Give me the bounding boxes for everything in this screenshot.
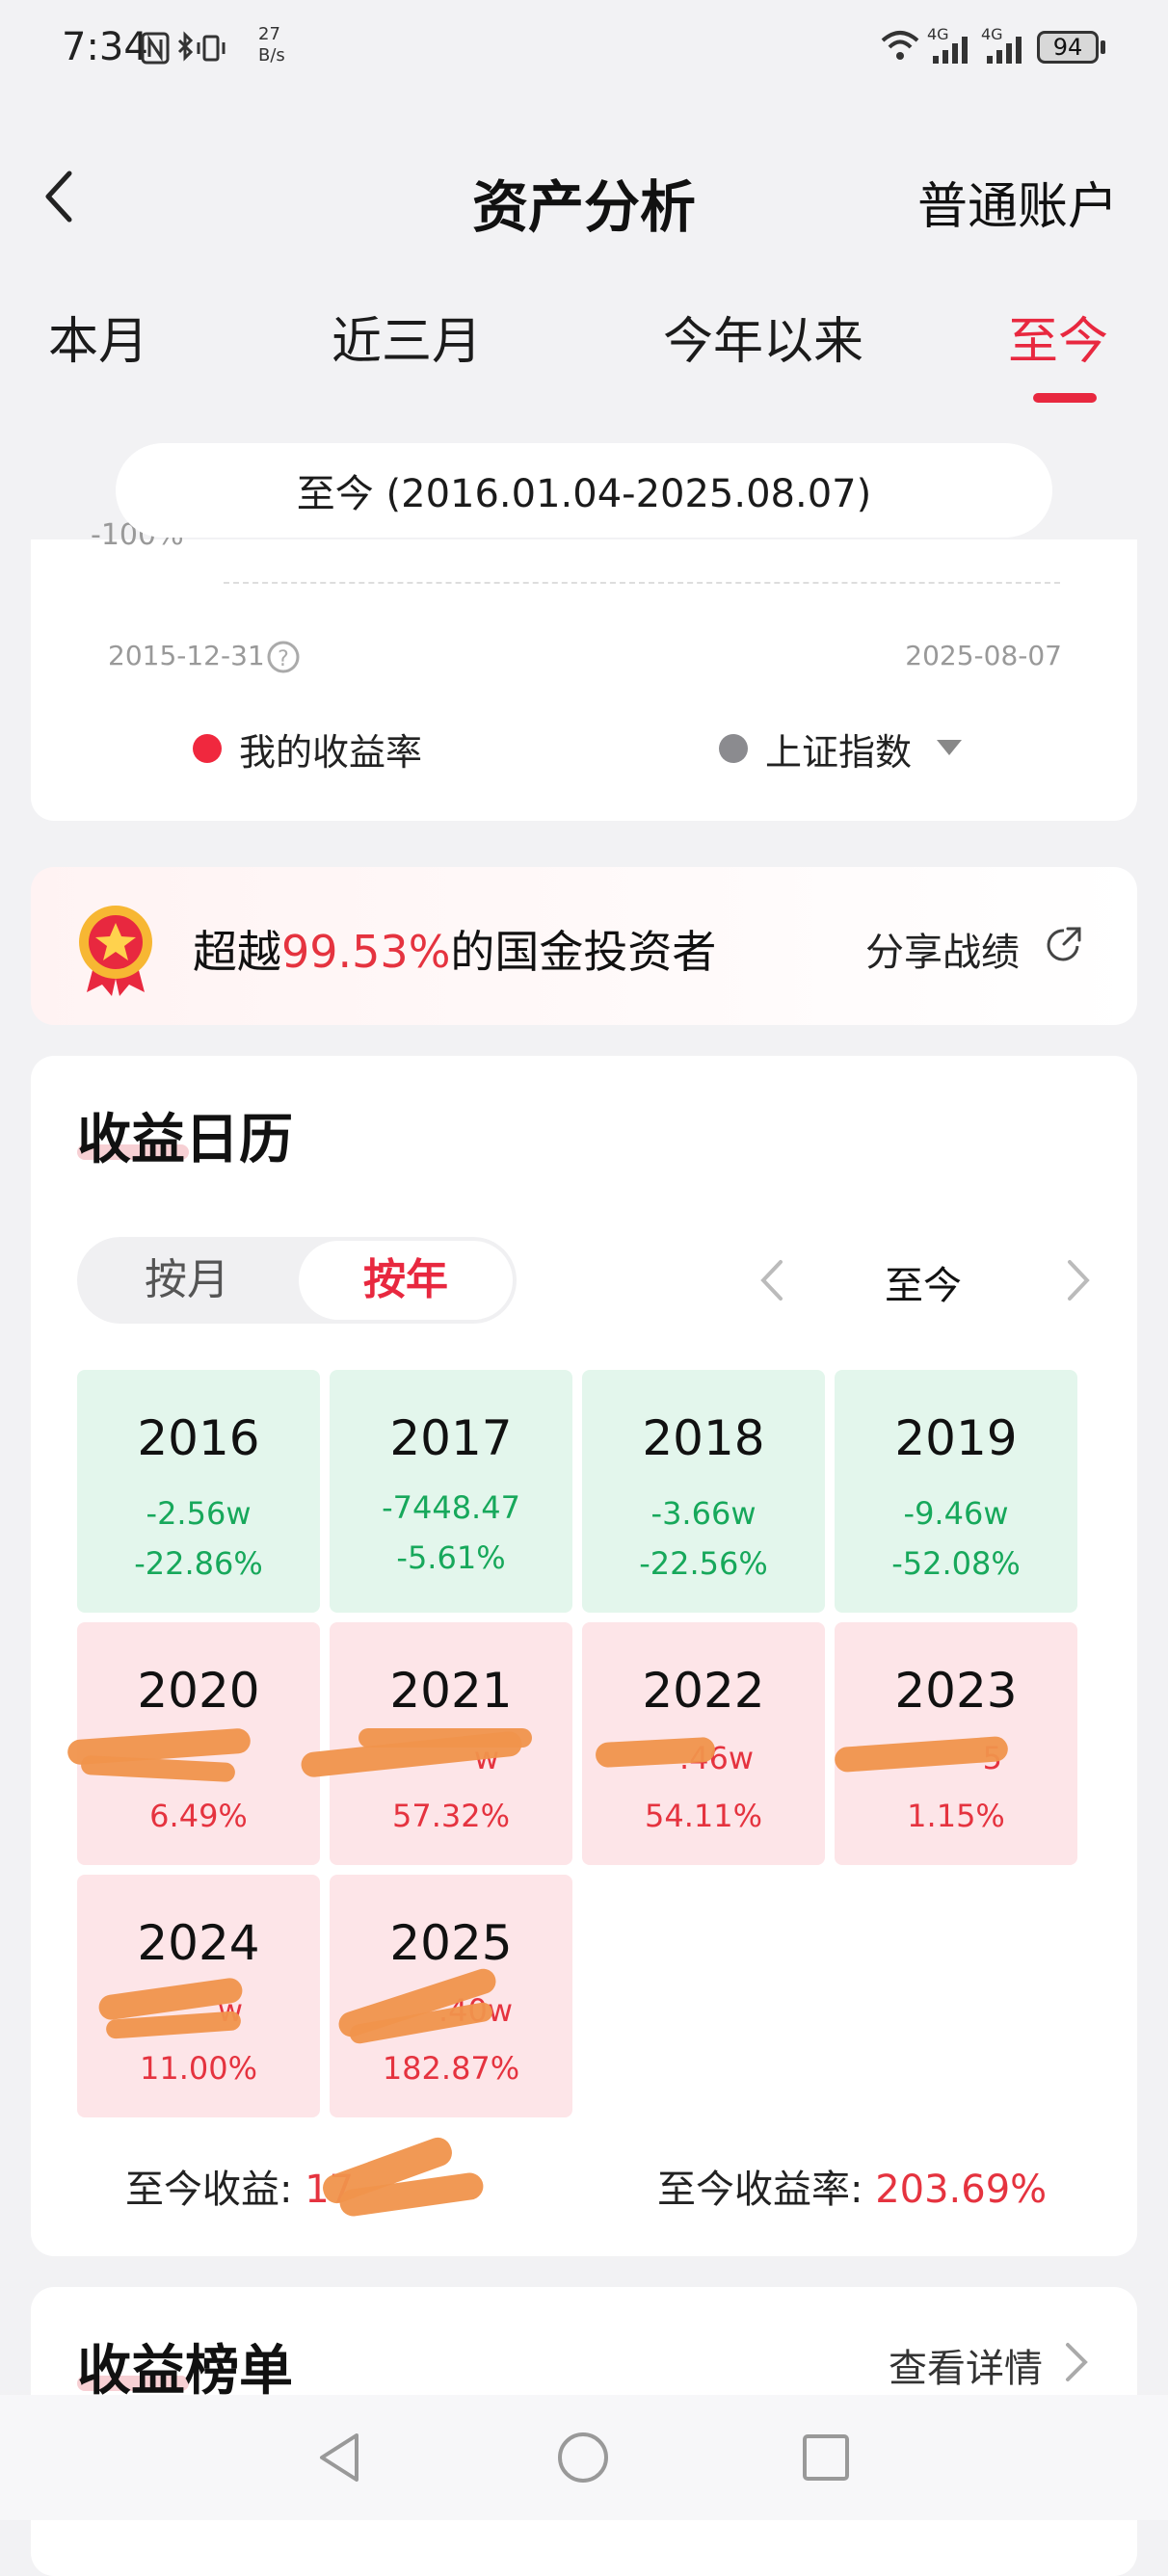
year-label: 2019 bbox=[894, 1410, 1018, 1466]
year-label: 2025 bbox=[389, 1915, 513, 1971]
year-cell-2018[interactable]: 2018 -3.66w -22.56% bbox=[582, 1370, 825, 1613]
ranking-title: 收益榜单 bbox=[77, 2340, 293, 2403]
chevron-right-icon[interactable] bbox=[1062, 2341, 1091, 2383]
chart-card: -100% 2015-12-31 ? 2025-08-07 我的收益率 上证指数 bbox=[31, 518, 1137, 821]
year-cell-2016[interactable]: 2016 -2.56w -22.86% bbox=[77, 1370, 320, 1613]
year-label: 2020 bbox=[137, 1663, 260, 1719]
year-cell-2019[interactable]: 2019 -9.46w -52.08% bbox=[835, 1370, 1077, 1613]
total-return-value: 203.69% bbox=[875, 2168, 1048, 2212]
chart-x-start: 2015-12-31 bbox=[108, 640, 265, 671]
banner-suffix: 的国金投资者 bbox=[450, 926, 717, 978]
share-icon[interactable] bbox=[1043, 923, 1085, 965]
ranking-banner[interactable]: 超越99.53%的国金投资者 分享战绩 bbox=[31, 867, 1137, 1025]
year-label: 2021 bbox=[389, 1663, 513, 1719]
year-return-pct: -5.61% bbox=[396, 1539, 506, 1576]
status-bar: 7:34 27 B/s 4G 4G 94 bbox=[0, 0, 1168, 96]
status-icons-left bbox=[141, 31, 226, 65]
total-return-rate: 至今收益率: 203.69% bbox=[657, 2158, 1047, 2214]
toggle-by-month[interactable]: 按月 bbox=[77, 1237, 297, 1324]
year-label: 2016 bbox=[137, 1410, 260, 1466]
help-icon[interactable]: ? bbox=[266, 640, 301, 674]
date-range-pill: 至今 (2016.01.04-2025.08.07) bbox=[116, 443, 1052, 538]
nav-back-icon[interactable] bbox=[314, 2430, 364, 2485]
legend-dot-my-return bbox=[193, 734, 222, 763]
redaction-scribble bbox=[358, 1728, 532, 1748]
year-return-pct: 57.32% bbox=[391, 1798, 510, 1834]
year-return-pct: 1.15% bbox=[907, 1798, 1005, 1834]
year-amount: -9.46w bbox=[903, 1495, 1009, 1532]
granularity-toggle: 按月 按年 bbox=[77, 1237, 517, 1324]
date-range-label: 至今 (2016.01.04-2025.08.07) bbox=[296, 472, 872, 516]
nav-recents-icon[interactable] bbox=[800, 2431, 852, 2484]
tab-this-month[interactable]: 本月 bbox=[48, 301, 148, 373]
year-return-pct: -22.56% bbox=[639, 1545, 768, 1582]
caret-down-icon[interactable] bbox=[935, 738, 964, 759]
period-tabs: 本月 近三月 今年以来 至今 bbox=[0, 279, 1168, 414]
year-return-pct: 11.00% bbox=[139, 2050, 257, 2087]
account-type-button[interactable]: 普通账户 bbox=[917, 166, 1118, 238]
year-amount: -2.56w bbox=[146, 1495, 252, 1532]
chart-x-end: 2025-08-07 bbox=[905, 640, 1062, 671]
tab-since-inception[interactable]: 至今 bbox=[1008, 301, 1108, 373]
year-label: 2017 bbox=[389, 1410, 513, 1466]
year-label: 2018 bbox=[642, 1410, 765, 1466]
year-cell-2017[interactable]: 2017 -7448.47 -5.61% bbox=[330, 1370, 572, 1613]
legend-my-return[interactable]: 我的收益率 bbox=[239, 723, 422, 775]
battery-tip bbox=[1101, 40, 1105, 54]
calendar-title: 收益日历 bbox=[77, 1109, 293, 1171]
signal-icon-1 bbox=[933, 37, 968, 64]
share-button[interactable]: 分享战绩 bbox=[865, 921, 1020, 977]
tab-three-months[interactable]: 近三月 bbox=[332, 301, 482, 373]
year-return-pct: -22.86% bbox=[134, 1545, 263, 1582]
battery-icon: 94 bbox=[1037, 31, 1099, 64]
status-speed: 27 bbox=[258, 24, 280, 44]
active-tab-indicator bbox=[1033, 393, 1097, 403]
year-label: 2022 bbox=[642, 1663, 765, 1719]
banner-prefix: 超越 bbox=[193, 926, 281, 978]
year-cell-2022[interactable]: 2022 .46w 54.11% bbox=[582, 1622, 825, 1865]
total-profit: 至今收益: 17 bbox=[125, 2158, 354, 2214]
year-return-pct: 182.87% bbox=[382, 2050, 520, 2087]
battery-level: 94 bbox=[1052, 34, 1083, 61]
year-cell-2020[interactable]: 2020 6.49% bbox=[66, 1622, 320, 1865]
year-return-pct: -52.08% bbox=[891, 1545, 1021, 1582]
year-cell-2025[interactable]: 2025 .40w 182.87% bbox=[330, 1875, 572, 2117]
wifi-icon bbox=[881, 31, 919, 60]
year-label: 2023 bbox=[894, 1663, 1018, 1719]
legend-dot-index bbox=[719, 734, 748, 763]
chart-gridline bbox=[224, 582, 1060, 584]
banner-text: 超越99.53%的国金投资者 bbox=[193, 917, 716, 981]
chevron-left-icon[interactable] bbox=[757, 1258, 786, 1302]
year-return-pct: 6.49% bbox=[149, 1798, 248, 1834]
redaction-scribble bbox=[80, 1754, 236, 1783]
status-speed-unit: B/s bbox=[258, 45, 285, 66]
year-amount: -3.66w bbox=[650, 1495, 757, 1532]
system-nav-bar bbox=[0, 2395, 1168, 2520]
beat-percentage: 99.53% bbox=[281, 926, 451, 978]
total-return-label: 至今收益率: bbox=[657, 2168, 863, 2212]
year-cell-2023[interactable]: 2023 5 1.15% bbox=[834, 1622, 1077, 1865]
medal-icon bbox=[79, 906, 152, 996]
year-amount: -7448.47 bbox=[382, 1489, 520, 1526]
tab-year-to-date[interactable]: 今年以来 bbox=[663, 301, 863, 373]
calendar-period-label: 至今 bbox=[885, 1264, 962, 1308]
profit-calendar-card: 收益日历 按月 按年 至今 2016 -2.56w -22.86% 2017 -… bbox=[31, 1056, 1137, 2256]
year-label: 2024 bbox=[137, 1915, 260, 1971]
view-details-link[interactable]: 查看详情 bbox=[889, 2337, 1043, 2393]
toggle-by-year[interactable]: 按年 bbox=[299, 1241, 513, 1320]
legend-benchmark[interactable]: 上证指数 bbox=[765, 723, 912, 775]
svg-text:?: ? bbox=[278, 647, 289, 671]
year-return-pct: 54.11% bbox=[644, 1798, 762, 1834]
nav-bar: 资产分析 普通账户 bbox=[0, 135, 1168, 260]
total-profit-label: 至今收益: bbox=[125, 2168, 293, 2212]
signal-icon-2 bbox=[987, 37, 1022, 64]
year-cell-2024[interactable]: 2024 w 11.00% bbox=[77, 1875, 320, 2117]
year-cell-2021[interactable]: 2021 w 57.32% bbox=[300, 1622, 572, 1865]
status-time: 7:34 bbox=[62, 25, 148, 69]
chevron-right-icon[interactable] bbox=[1064, 1258, 1093, 1302]
nav-home-icon[interactable] bbox=[555, 2430, 611, 2485]
